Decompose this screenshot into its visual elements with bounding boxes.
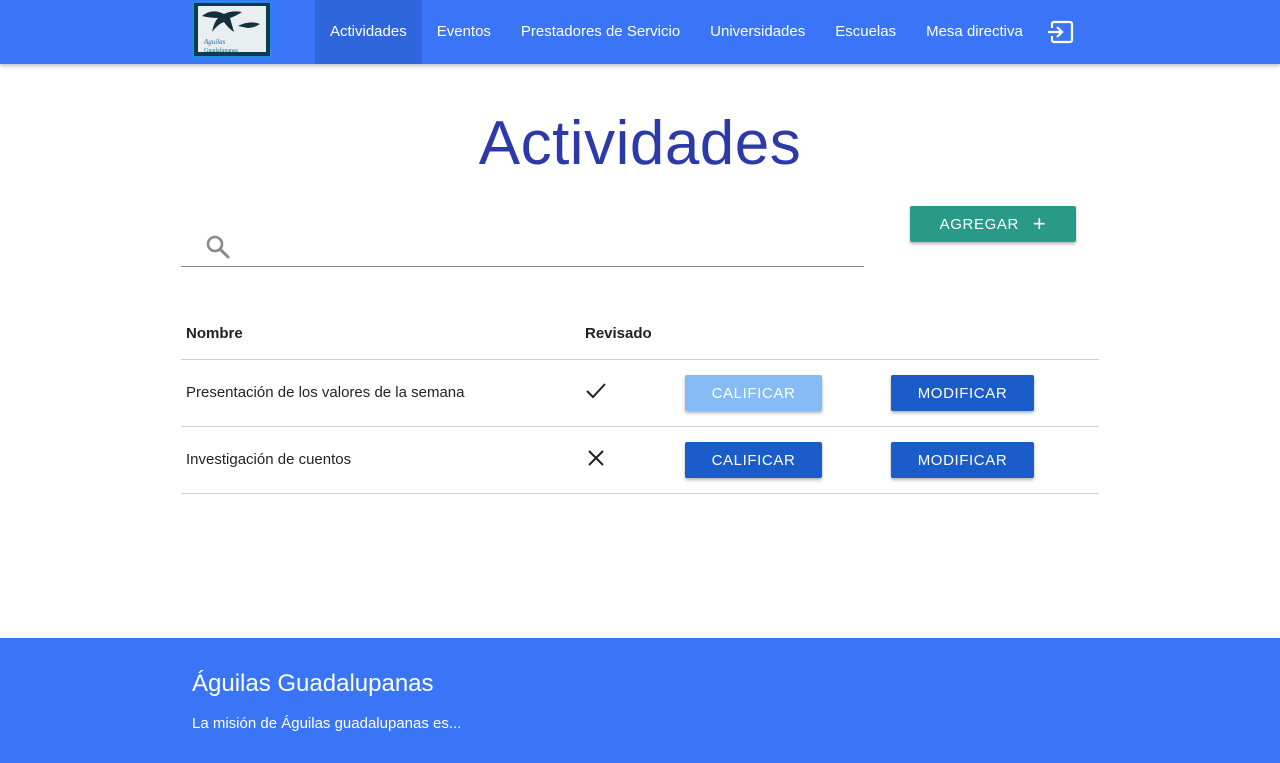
grade-button[interactable]: CALIFICAR [685,375,822,411]
navbar: Aguilas Guadalupanas Actividades Eventos… [0,0,1280,64]
eagle-logo-icon: Aguilas Guadalupanas [202,11,260,54]
nav-item-actividades[interactable]: Actividades [315,0,422,64]
column-header-nombre: Nombre [186,325,243,342]
nav-item-universidades[interactable]: Universidades [695,0,820,64]
search-bar [181,226,864,267]
table-header: Nombre Revisado [181,306,1099,360]
activity-name: Presentación de los valores de la semana [186,384,465,401]
check-icon [585,380,607,402]
activity-name: Investigación de cuentos [186,451,352,468]
plus-icon: + [1032,211,1047,236]
edit-button[interactable]: MODIFICAR [891,442,1034,478]
nav-item-mesa-directiva[interactable]: Mesa directiva [911,0,1038,64]
svg-text:Aguilas: Aguilas [203,38,226,46]
footer-text: La misión de Águilas guadalupanas es... [192,715,462,732]
add-button-label: AGREGAR [939,215,1019,233]
search-input[interactable] [241,230,855,264]
page-title: Actividades [478,109,802,178]
nav-links: Actividades Eventos Prestadores de Servi… [315,0,1038,64]
search-icon [205,234,231,260]
close-icon [585,447,607,469]
footer: Águilas Guadalupanas La misión de Águila… [0,638,1280,763]
nav-item-escuelas[interactable]: Escuelas [820,0,911,64]
nav-item-eventos[interactable]: Eventos [422,0,506,64]
column-header-revisado: Revisado [585,325,652,342]
logo-image[interactable]: Aguilas Guadalupanas [192,1,272,58]
grade-button[interactable]: CALIFICAR [685,442,822,478]
table-row: Presentación de los valores de la semana… [181,360,1099,427]
add-button[interactable]: AGREGAR + [910,206,1076,242]
activities-table: Nombre Revisado Presentación de los valo… [181,306,1099,494]
nav-item-prestadores[interactable]: Prestadores de Servicio [506,0,695,64]
svg-text:Guadalupanas: Guadalupanas [204,48,239,54]
logout-icon[interactable] [1046,20,1074,46]
footer-title: Águilas Guadalupanas [192,670,434,697]
edit-button[interactable]: MODIFICAR [891,375,1034,411]
logo-inner: Aguilas Guadalupanas [198,6,266,54]
table-row: Investigación de cuentos CALIFICAR MODIF… [181,427,1099,494]
